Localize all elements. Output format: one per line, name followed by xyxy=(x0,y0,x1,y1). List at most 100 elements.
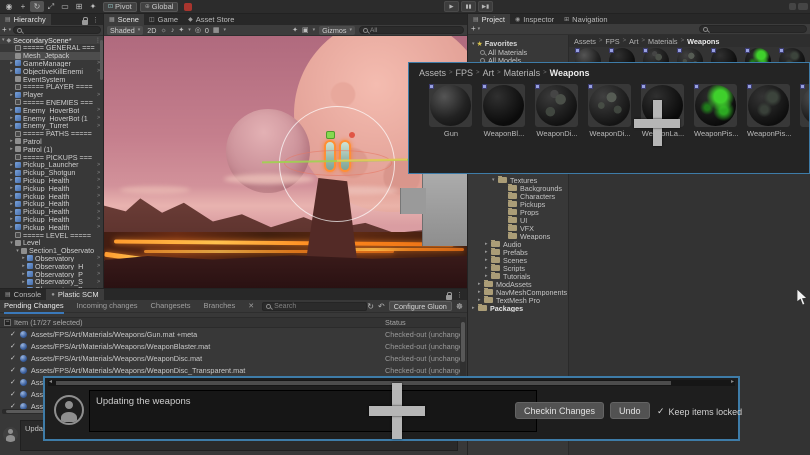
hierarchy-item[interactable]: Pickup_Health xyxy=(0,192,103,200)
folder-item[interactable]: Textures xyxy=(468,176,568,184)
expand-caret[interactable] xyxy=(14,248,21,254)
step-button[interactable]: ▶▮ xyxy=(478,1,493,12)
plastic-subtab[interactable]: Pending Changes xyxy=(4,299,64,314)
grid-icon[interactable]: ▦ xyxy=(213,26,220,34)
create-asset-button[interactable]: + xyxy=(471,25,476,33)
asset-thumbnail[interactable]: WeaponDi... xyxy=(535,84,579,138)
prefab-arrow-icon[interactable] xyxy=(97,201,103,207)
hierarchy-item[interactable]: Enemy_HoverBot xyxy=(0,106,103,114)
layout-dropdown[interactable] xyxy=(798,3,808,10)
asset-thumbnail[interactable]: WeaponDi... xyxy=(588,84,632,138)
asset-thumbnail[interactable]: Gun xyxy=(429,84,473,138)
view-tab[interactable]: ◆Asset Store xyxy=(183,14,239,25)
expand-caret[interactable] xyxy=(8,177,15,183)
expand-caret[interactable] xyxy=(8,240,15,246)
layers-dropdown[interactable] xyxy=(789,3,796,10)
folder-item[interactable]: Packages xyxy=(468,304,568,312)
gizmos-dropdown[interactable]: Gizmos▾ xyxy=(319,26,355,35)
hierarchy-item[interactable]: ===== PLAYER ==== xyxy=(0,83,103,91)
effects-caret-icon[interactable]: ▾ xyxy=(188,27,191,33)
checkbox-checked-icon[interactable]: ✓ xyxy=(10,390,16,398)
tool-button[interactable]: ◉ xyxy=(2,1,16,12)
prefab-arrow-icon[interactable] xyxy=(97,209,103,215)
prefab-arrow-icon[interactable] xyxy=(97,263,103,269)
hierarchy-item[interactable]: ===== GENERAL === xyxy=(0,44,103,52)
scene-header-row[interactable]: ▾ ◆ SecondaryScene* ⋮ xyxy=(0,36,103,44)
asset-thumbnail[interactable]: We... xyxy=(800,84,810,138)
folder-item[interactable]: Backgrounds xyxy=(468,184,568,192)
breadcrumb-item[interactable]: Weapons> xyxy=(550,68,590,78)
folder-item[interactable]: Pickups xyxy=(468,200,568,208)
lighting-toggle-icon[interactable]: ☼ xyxy=(161,27,167,34)
prefab-arrow-icon[interactable] xyxy=(97,279,103,285)
expand-caret[interactable] xyxy=(8,162,15,168)
hierarchy-item[interactable]: Observatory xyxy=(0,255,103,263)
view-tab[interactable]: ◫Game xyxy=(144,14,183,25)
prefab-arrow-icon[interactable] xyxy=(97,193,103,199)
select-all-checkbox[interactable]: − xyxy=(4,319,11,326)
keep-items-locked-checkbox[interactable]: ✓ Keep items locked xyxy=(657,406,742,417)
checkbox-checked-icon[interactable]: ✓ xyxy=(10,378,16,386)
pending-change-row[interactable]: ✓ Assets/FPS/Art/Materials/Weapons/Gun.m… xyxy=(0,328,460,340)
scrollbar-thumb[interactable] xyxy=(56,381,671,385)
pending-change-row[interactable]: ✓ Assets/FPS/Art/Materials/Weapons/Weapo… xyxy=(0,364,460,376)
shading-dropdown[interactable]: Shaded▾ xyxy=(107,26,143,35)
folder-item[interactable]: Scripts xyxy=(468,264,568,272)
prefab-arrow-icon[interactable] xyxy=(97,107,103,113)
tab-hierarchy[interactable]: ▤Hierarchy xyxy=(0,14,51,25)
refresh-icon[interactable]: ↻ xyxy=(367,302,374,311)
item-column-header[interactable]: Item (17/27 selected) xyxy=(14,318,83,327)
vertical-scrollbar-thumb[interactable] xyxy=(461,322,465,362)
component-tools-icon[interactable]: ✦ xyxy=(292,26,298,34)
hierarchy-item[interactable]: ===== PICKUPS === xyxy=(0,153,103,161)
expand-caret[interactable] xyxy=(8,107,15,113)
expand-caret[interactable] xyxy=(8,92,15,98)
hierarchy-item[interactable]: Pickup_Launcher xyxy=(0,161,103,169)
breadcrumb-item[interactable]: Art> xyxy=(629,37,645,46)
plastic-search-input[interactable]: Search xyxy=(262,302,367,311)
prefab-arrow-icon[interactable] xyxy=(97,177,103,183)
scroll-left-icon[interactable]: ◂ xyxy=(49,378,52,385)
checkbox-checked-icon[interactable]: ✓ xyxy=(10,402,16,409)
pending-change-row[interactable]: ✓ Assets/FPS/Art/Materials/Weapons/Weapo… xyxy=(0,352,460,364)
folder-item[interactable]: Audio xyxy=(468,240,568,248)
folder-item[interactable]: Scenes xyxy=(468,256,568,264)
folder-item[interactable]: VFX xyxy=(468,224,568,232)
prefab-arrow-icon[interactable] xyxy=(97,216,103,222)
folder-item[interactable]: TextMesh Pro xyxy=(468,296,568,304)
tool-button[interactable]: ↻ xyxy=(30,1,44,12)
hierarchy-item[interactable]: GameManager xyxy=(0,60,103,68)
breadcrumb-item[interactable]: Assets> xyxy=(574,37,602,46)
expand-caret[interactable] xyxy=(8,115,15,121)
hierarchy-scrollbar[interactable] xyxy=(100,40,103,80)
plastic-subtab[interactable]: Incoming changes xyxy=(77,299,138,314)
hierarchy-item[interactable]: Enemy_HoverBot (1 xyxy=(0,114,103,122)
scroll-right-icon[interactable]: ▸ xyxy=(731,378,734,385)
checkin-comment-input[interactable]: Updating the weapons xyxy=(89,390,537,432)
hierarchy-item[interactable]: Patrol (1) xyxy=(0,145,103,153)
visibility-icon[interactable]: ◎ xyxy=(195,26,201,34)
pending-change-row[interactable]: ✓ Assets/FPS/Art/Materials/Weapons/Weapo… xyxy=(0,340,460,352)
camera-caret-icon[interactable]: ▾ xyxy=(313,27,316,33)
hierarchy-item[interactable]: ObjectiveKillEnemi xyxy=(0,67,103,75)
prefab-arrow-icon[interactable] xyxy=(97,224,103,230)
folder-item[interactable]: NavMeshComponents xyxy=(468,288,568,296)
hierarchy-item[interactable]: Observatory_S xyxy=(0,278,103,286)
expand-caret[interactable] xyxy=(8,193,15,199)
hierarchy-item[interactable]: Observatory_P xyxy=(0,270,103,278)
tool-button[interactable]: ✦ xyxy=(86,1,100,12)
prefab-arrow-icon[interactable] xyxy=(97,255,103,261)
breadcrumb-item[interactable]: Art> xyxy=(483,68,501,78)
tool-button[interactable]: ▭ xyxy=(58,1,72,12)
expand-caret[interactable] xyxy=(8,216,15,222)
2d-toggle[interactable]: 2D xyxy=(147,26,156,35)
prefab-arrow-icon[interactable] xyxy=(97,185,103,191)
configure-gluon-button[interactable]: Configure Gluon xyxy=(389,301,452,311)
expand-caret[interactable] xyxy=(8,170,15,176)
rotate-gizmo-outer-ring[interactable] xyxy=(279,106,395,222)
expand-caret[interactable] xyxy=(8,185,15,191)
prefab-arrow-icon[interactable] xyxy=(97,92,103,98)
hierarchy-item[interactable]: ===== PATHS ===== xyxy=(0,130,103,138)
hierarchy-item[interactable]: Pickup_Health xyxy=(0,208,103,216)
breadcrumb-item[interactable]: Materials> xyxy=(504,68,547,78)
